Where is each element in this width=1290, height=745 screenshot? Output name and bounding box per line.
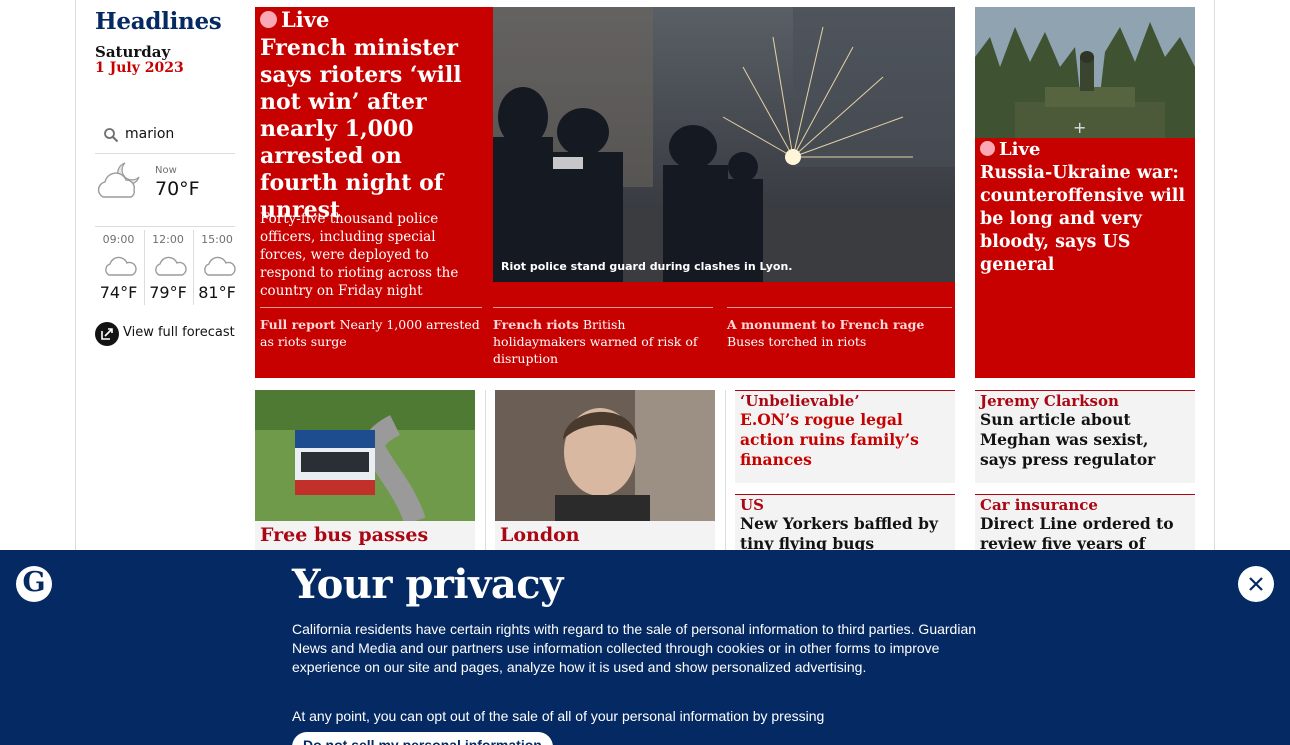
live-label: Live [281, 7, 330, 32]
svg-text:+: + [1073, 118, 1086, 137]
bus-photo [255, 390, 475, 521]
forecast-time: 15:00 [201, 233, 233, 246]
related-link[interactable]: Full report Nearly 1,000 arrested as rio… [260, 307, 482, 350]
column-divider [485, 390, 486, 550]
live-label: Live [999, 139, 1041, 160]
forecast-slot: 09:00 74°F [95, 230, 142, 305]
card-headline[interactable]: Direct Line ordered to review five years… [975, 514, 1195, 550]
card-kicker: Free bus passes [260, 524, 429, 546]
section-title[interactable]: Headlines [95, 8, 222, 35]
column-divider [725, 390, 726, 550]
full-forecast-label[interactable]: View full forecast [123, 325, 235, 340]
feature-headline[interactable]: French minister says rioters ‘will not w… [260, 35, 485, 224]
date-full: 1 July 2023 [95, 60, 184, 76]
cloud-icon [105, 256, 137, 276]
forecast-slot: 12:00 79°F [144, 230, 191, 305]
forecast-time: 09:00 [102, 233, 135, 246]
close-icon [1249, 577, 1263, 591]
cloud-icon [204, 256, 236, 276]
image-caption: Riot police stand guard during clashes i… [501, 260, 793, 273]
cloud-icon [155, 256, 187, 276]
do-not-sell-button[interactable]: Do not sell my personal information [292, 732, 553, 745]
search-icon [104, 128, 119, 143]
story-card-small[interactable]: Car insurance Direct Line ordered to rev… [975, 494, 1195, 550]
live-pulse-icon [980, 141, 995, 156]
story-card-small[interactable]: US New Yorkers baffled by tiny flying bu… [735, 494, 955, 550]
privacy-body: California residents have certain rights… [292, 621, 977, 675]
story-card-small[interactable]: ‘Unbelievable’ E.ON’s rogue legal action… [735, 390, 955, 483]
external-link-icon [95, 322, 119, 346]
forecast-temp: 81°F [198, 283, 236, 302]
portrait-photo [495, 390, 715, 521]
live-pulse-icon [260, 11, 277, 28]
feature-image[interactable]: Riot police stand guard during clashes i… [493, 7, 955, 282]
privacy-banner: G Your privacy California residents have… [0, 550, 1290, 745]
live-badge: Live [260, 7, 329, 32]
card-kicker: London [500, 524, 580, 546]
related-link[interactable]: A monument to French rage Buses torched … [727, 307, 952, 350]
location-input-value[interactable]: marion [125, 126, 174, 142]
side-feature-card[interactable]: + Live Russia-Ukraine war: counteroffens… [975, 7, 1195, 378]
feature-standfirst: Forty-five thousand police officers, inc… [260, 211, 459, 299]
card-kicker: Car insurance [980, 496, 1098, 514]
card-kicker: ‘Unbelievable’ [740, 392, 860, 410]
weather-now-temp: 70°F [155, 178, 200, 200]
card-kicker: US [740, 496, 764, 514]
weather-forecast: 09:00 74°F 12:00 79°F 15:00 81°F [95, 230, 240, 305]
story-card-small[interactable]: Jeremy Clarkson Sun article about Meghan… [975, 390, 1195, 483]
forecast-slot: 15:00 81°F [193, 230, 240, 305]
live-badge: Live [980, 139, 1040, 160]
forecast-time: 12:00 [152, 233, 184, 246]
privacy-optout-text: At any point, you can opt out of the sal… [292, 708, 825, 724]
guardian-logo-icon: G [16, 566, 52, 602]
close-banner-button[interactable] [1238, 566, 1274, 602]
card-kicker: Jeremy Clarkson [980, 392, 1119, 410]
weather-now: Now 70°F [95, 157, 235, 227]
card-headline[interactable]: E.ON’s rogue legal action ruins family’s… [735, 410, 955, 474]
story-card[interactable]: Free bus passes [255, 390, 475, 550]
forecast-temp: 74°F [99, 283, 138, 302]
related-links: Full report Nearly 1,000 arrested as rio… [255, 307, 955, 377]
related-text: Buses torched in riots [727, 334, 867, 349]
tank-soldier-photo[interactable]: + [975, 7, 1195, 138]
partly-cloudy-night-icon [97, 162, 140, 198]
riot-police-photo [493, 7, 955, 282]
date-day: Saturday [95, 43, 171, 61]
weather-now-label: Now [155, 165, 177, 176]
location-search[interactable]: marion [95, 120, 235, 154]
related-link[interactable]: French riots British holidaymakers warne… [493, 307, 713, 367]
card-headline[interactable]: Sun article about Meghan was sexist, say… [975, 410, 1195, 474]
related-kicker: A monument to French rage [727, 317, 925, 332]
privacy-title: Your privacy [292, 561, 563, 608]
card-headline[interactable]: New Yorkers baffled by tiny flying bugs … [735, 514, 955, 550]
main-feature-card[interactable]: Live French minister says rioters ‘will … [255, 7, 955, 378]
side-feature-headline[interactable]: Russia-Ukraine war: counteroffensive wil… [980, 162, 1192, 277]
related-kicker: Full report [260, 317, 336, 332]
story-card[interactable]: London [495, 390, 715, 550]
forecast-temp: 79°F [149, 283, 187, 302]
related-kicker: French riots [493, 317, 579, 332]
